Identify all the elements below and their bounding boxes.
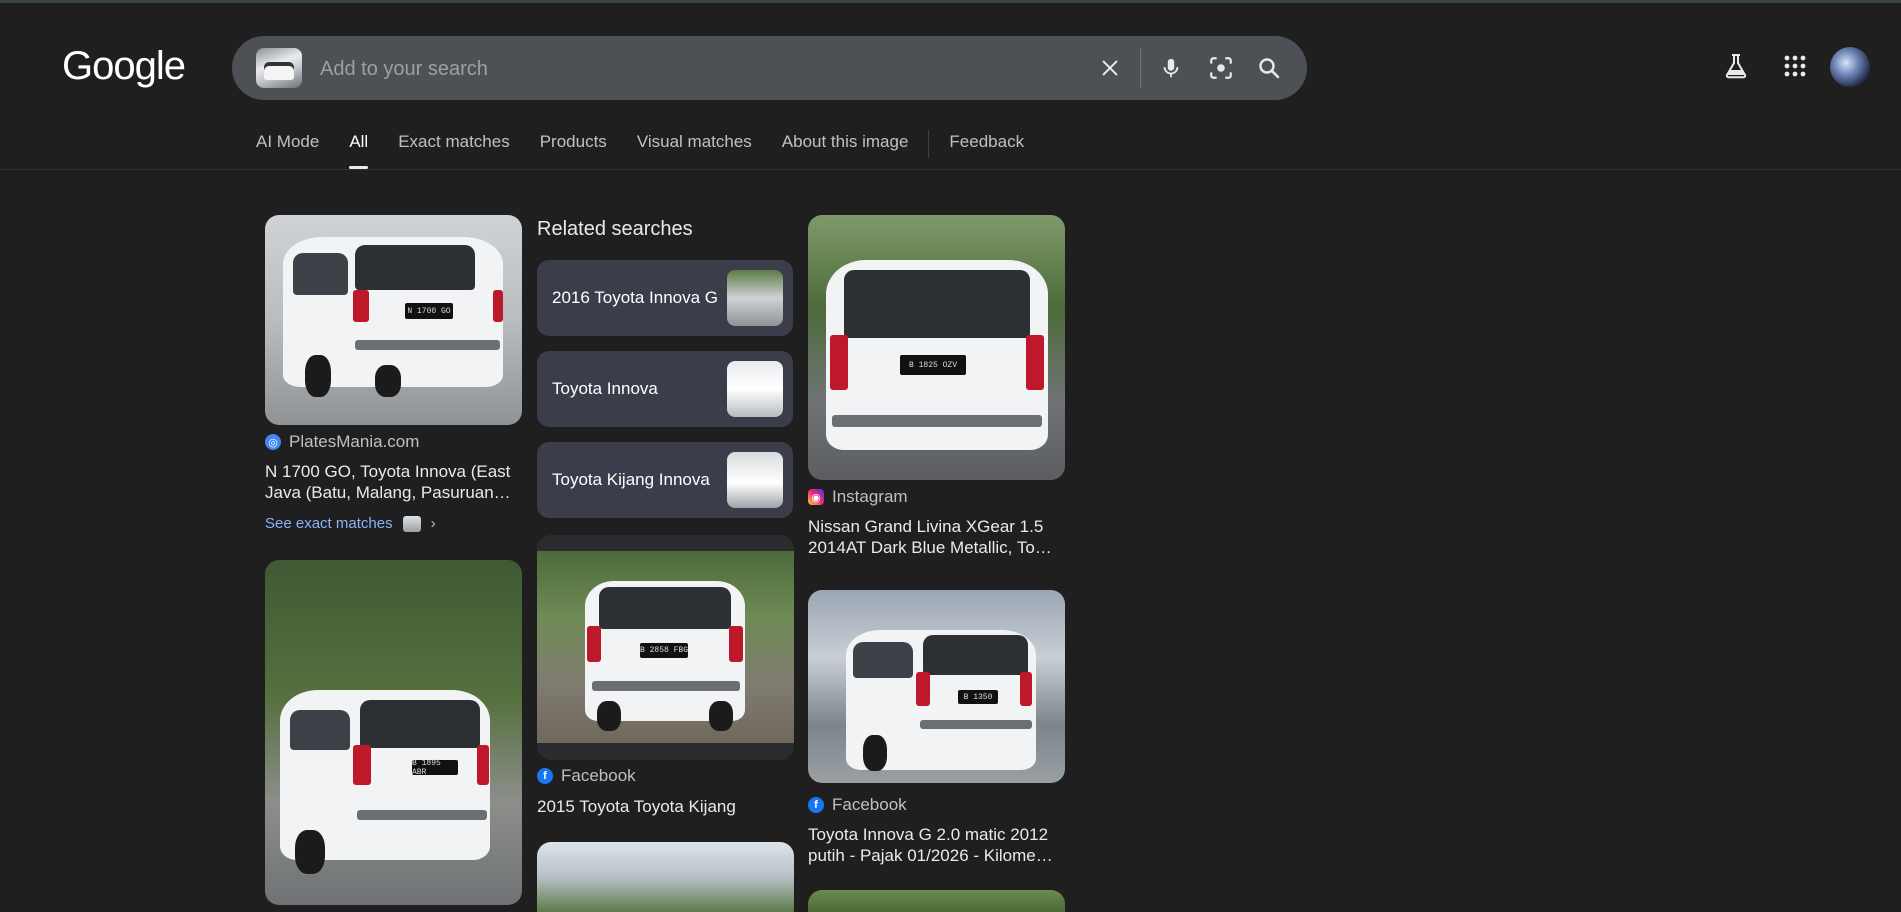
result-source[interactable]: ◉ Instagram [808, 487, 908, 507]
result-image[interactable]: B 1825 OZV [808, 215, 1065, 480]
clear-icon[interactable] [1094, 52, 1126, 84]
license-plate: N 1700 GO [405, 303, 453, 319]
related-search-item[interactable]: Toyota Innova [537, 351, 793, 427]
search-bar-divider [1140, 48, 1141, 88]
result-source[interactable]: f Facebook [808, 795, 907, 815]
result-source[interactable]: f Facebook [537, 766, 636, 786]
tab-all[interactable]: All [349, 130, 368, 169]
platesmania-favicon-icon: ◎ [265, 434, 281, 450]
tab-products[interactable]: Products [540, 130, 607, 154]
result-image[interactable]: N 1700 GO [265, 215, 522, 425]
tab-visual-matches[interactable]: Visual matches [637, 130, 752, 154]
facebook-icon: f [808, 797, 824, 813]
result-title[interactable]: Toyota Innova G 2.0 matic 2012 putih - P… [808, 824, 1066, 866]
result-image[interactable]: B 1895 ABR [265, 560, 522, 905]
license-plate: B 1825 OZV [900, 355, 966, 375]
instagram-icon: ◉ [808, 489, 824, 505]
related-search-thumbnail [727, 361, 783, 417]
result-title[interactable]: 2015 Toyota Toyota Kijang [537, 796, 795, 817]
related-search-label: 2016 Toyota Innova G [552, 288, 719, 307]
microphone-icon[interactable] [1155, 52, 1187, 84]
related-search-label: Toyota Innova [552, 379, 658, 398]
source-name: PlatesMania.com [289, 432, 420, 451]
labs-flask-icon[interactable] [1718, 48, 1754, 84]
result-title-line2: putih - Pajak 01/2026 - Kilome… [808, 846, 1053, 865]
search-bar[interactable] [232, 36, 1307, 102]
header-divider [0, 169, 1901, 170]
tab-ai-mode[interactable]: AI Mode [256, 130, 319, 154]
see-exact-matches-label: See exact matches [265, 515, 393, 532]
account-avatar[interactable] [1830, 47, 1870, 87]
license-plate: B 1350 [958, 690, 998, 704]
result-image[interactable] [808, 890, 1065, 912]
related-search-item[interactable]: Toyota Kijang Innova [537, 442, 793, 518]
tab-about-this-image[interactable]: About this image [782, 130, 909, 154]
chevron-right-icon: › [430, 515, 436, 532]
result-title[interactable]: Nissan Grand Livina XGear 1.5 2014AT Dar… [808, 516, 1066, 558]
result-source[interactable]: ◎ PlatesMania.com [265, 432, 419, 452]
result-title-line1: Nissan Grand Livina XGear 1.5 [808, 517, 1044, 536]
search-tabs: AI Mode All Exact matches Products Visua… [256, 130, 1054, 170]
license-plate: B 2858 FBG [640, 643, 688, 658]
search-input[interactable] [318, 36, 1022, 102]
exact-match-thumbnail [402, 515, 421, 532]
related-search-item[interactable]: 2016 Toyota Innova G [537, 260, 793, 336]
related-search-label: Toyota Kijang Innova [552, 470, 710, 489]
search-icon[interactable] [1253, 52, 1285, 84]
facebook-icon: f [537, 768, 553, 784]
license-plate: B 1895 ABR [412, 759, 458, 777]
query-image-thumbnail[interactable] [256, 48, 302, 88]
result-title-line1: Toyota Innova G 2.0 matic 2012 [808, 825, 1049, 844]
source-name: Instagram [832, 487, 908, 506]
see-exact-matches-link[interactable]: See exact matches › [265, 515, 436, 532]
result-title-line1: 2015 Toyota Toyota Kijang [537, 797, 736, 816]
result-title-line2: Java (Batu, Malang, Pasuruan… [265, 483, 511, 502]
result-image[interactable]: B 2858 FBG [537, 551, 794, 743]
feedback-link[interactable]: Feedback [949, 130, 1024, 154]
apps-grid-icon[interactable] [1777, 48, 1813, 84]
google-logo[interactable]: Google [62, 44, 186, 88]
result-image[interactable] [537, 842, 794, 912]
result-title[interactable]: N 1700 GO, Toyota Innova (East Java (Bat… [265, 461, 523, 503]
result-title-line1: N 1700 GO, Toyota Innova (East [265, 462, 511, 481]
tab-exact-matches[interactable]: Exact matches [398, 130, 510, 154]
source-name: Facebook [832, 795, 907, 814]
result-title-line2: 2014AT Dark Blue Metallic, To… [808, 538, 1052, 557]
tabs-divider [928, 130, 930, 158]
window-top-border [0, 0, 1901, 3]
result-image[interactable]: B 1350 [808, 590, 1065, 783]
lens-camera-icon[interactable] [1205, 52, 1237, 84]
related-searches-heading: Related searches [537, 218, 693, 240]
source-name: Facebook [561, 766, 636, 785]
related-search-thumbnail [727, 270, 783, 326]
related-search-thumbnail [727, 452, 783, 508]
